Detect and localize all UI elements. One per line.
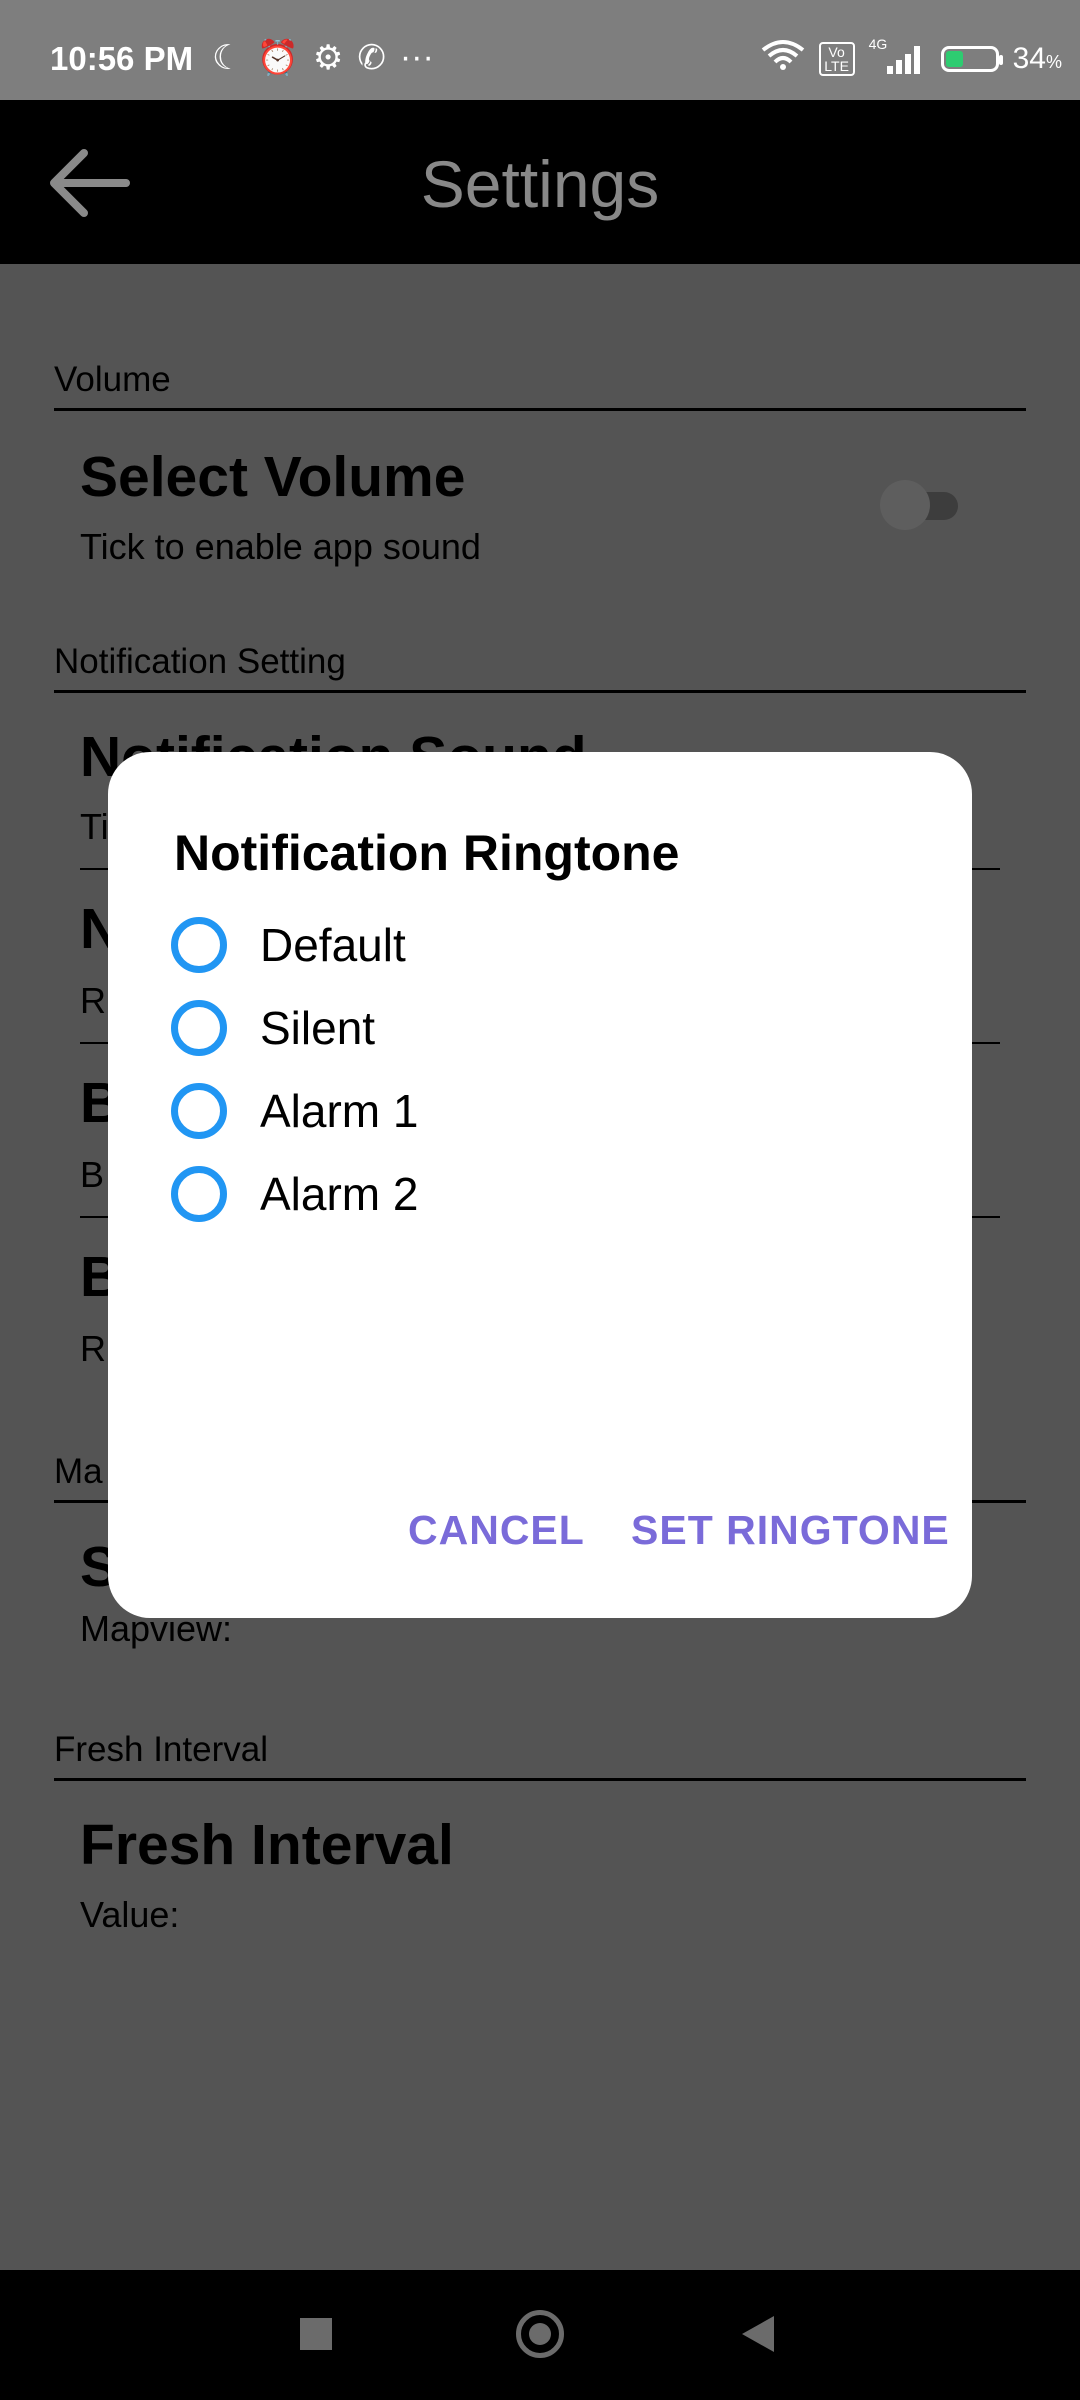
recents-square-icon[interactable] (300, 2318, 332, 2350)
pref-sub-row4: R (80, 1328, 106, 1369)
more-dots-icon: ··· (399, 38, 434, 76)
volume-toggle[interactable] (880, 480, 970, 530)
radio-option-alarm-1[interactable]: Alarm 1 (171, 1076, 418, 1146)
status-icons-right: Vo LTE 4G 34% (761, 36, 1062, 80)
radio-button-icon[interactable] (171, 1166, 227, 1222)
radio-option-label: Default (260, 919, 406, 971)
status-time: 10:56 PM (50, 40, 194, 77)
battery-percent: 34% (1012, 42, 1062, 75)
set-ringtone-button[interactable]: SET RINGTONE (631, 1507, 950, 1554)
pref-sub-row3: B (80, 1154, 105, 1195)
dialog-title: Notification Ringtone (174, 825, 680, 881)
whatsapp-icon: ✆ (357, 39, 386, 77)
cancel-button[interactable]: CANCEL (408, 1507, 585, 1554)
pref-sub-notification-sound: Ti (80, 806, 109, 847)
home-circle-icon[interactable] (516, 2310, 564, 2358)
pref-sub-select-volume: Tick to enable app sound (80, 526, 481, 567)
back-triangle-icon[interactable] (742, 2316, 774, 2352)
battery-icon (940, 46, 1003, 72)
pref-title-select-volume[interactable]: Select Volume (80, 444, 465, 510)
pref-title-fresh-interval[interactable]: Fresh Interval (80, 1812, 454, 1878)
status-icons-left: ☾ ⏰ ⚙ ✆ ··· (212, 38, 434, 78)
volte-icon: Vo LTE (818, 42, 855, 76)
pref-sub-row2: R (80, 980, 106, 1021)
radio-option-alarm-2[interactable]: Alarm 2 (171, 1159, 418, 1229)
status-bar: 10:56 PM ☾ ⏰ ⚙ ✆ ··· Vo LTE 4G 34% (0, 0, 1080, 100)
alarm-icon: ⏰ (256, 39, 299, 77)
system-nav-bar (0, 2270, 1080, 2400)
radio-option-silent[interactable]: Silent (171, 993, 375, 1063)
page-title: Settings (420, 147, 660, 221)
radio-option-default[interactable]: Default (171, 910, 406, 980)
gear-icon: ⚙ (312, 39, 344, 77)
pref-sub-fresh-interval: Value: (80, 1894, 180, 1935)
signal-4g-icon: 4G (869, 36, 927, 76)
section-header-fresh-interval: Fresh Interval (54, 1730, 1026, 1781)
radio-option-label: Alarm 1 (260, 1085, 419, 1137)
section-header-notification: Notification Setting (54, 642, 1026, 693)
signal-4g-label: 4G (868, 36, 888, 52)
radio-option-label: Alarm 2 (260, 1168, 419, 1220)
app-bar: Settings (0, 100, 1080, 264)
radio-option-label: Silent (260, 1002, 376, 1054)
ringtone-dialog: Notification Ringtone Default Silent Ala… (108, 752, 972, 1618)
section-header-volume: Volume (54, 360, 1026, 411)
radio-button-icon[interactable] (171, 917, 227, 973)
wifi-icon (761, 38, 805, 80)
radio-button-icon[interactable] (171, 1083, 227, 1139)
moon-icon: ☾ (212, 39, 243, 77)
radio-button-icon[interactable] (171, 1000, 227, 1056)
